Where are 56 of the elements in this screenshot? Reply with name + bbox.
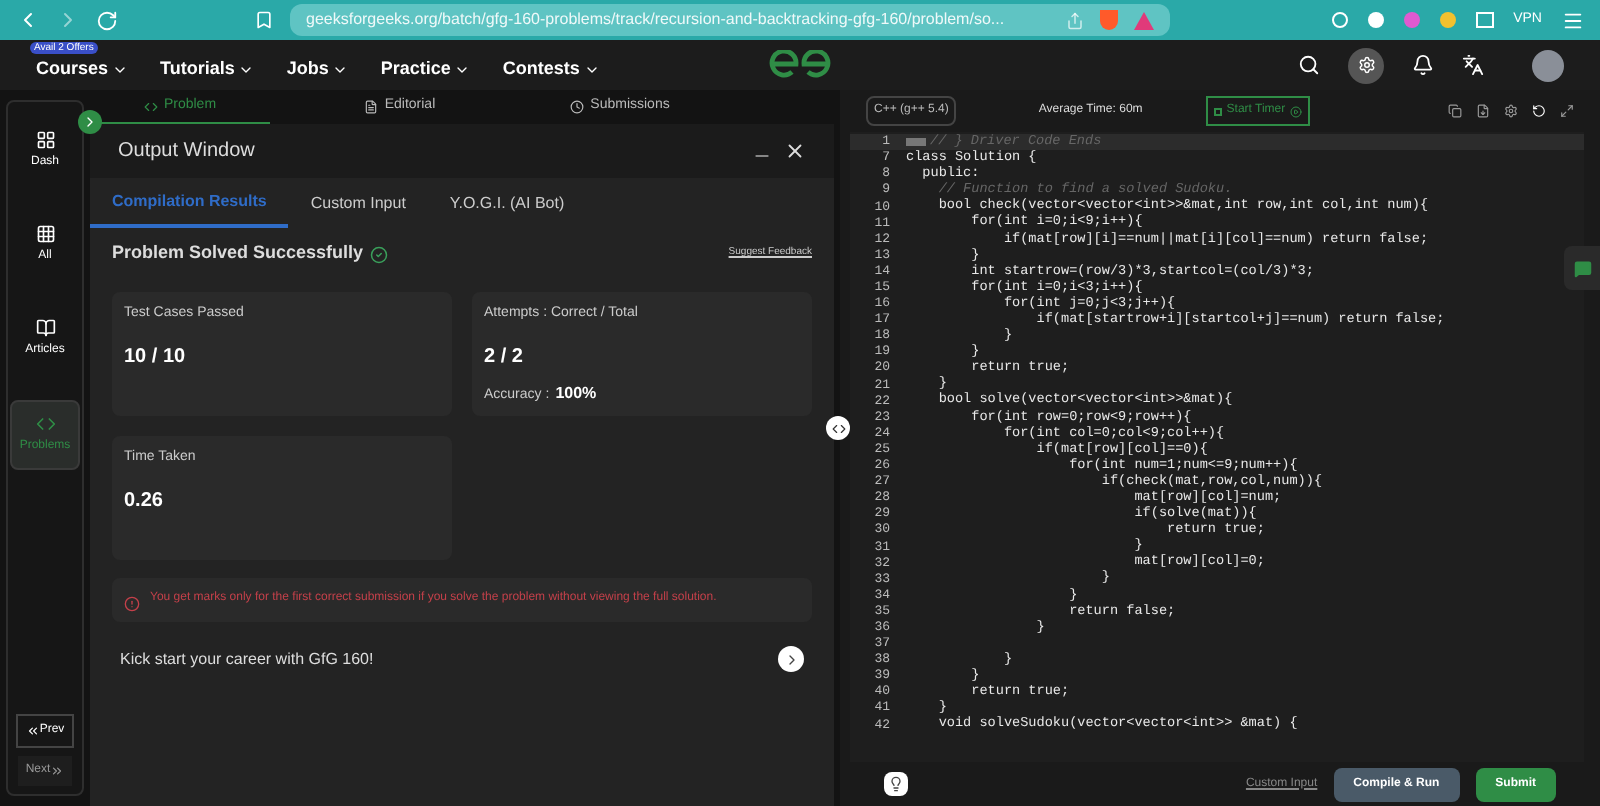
file-icon bbox=[1476, 104, 1490, 118]
promo-text: Kick start your career with GfG 160! bbox=[120, 647, 374, 671]
nav-menu[interactable]: Practice bbox=[380, 55, 471, 83]
avatar[interactable] bbox=[1532, 49, 1564, 81]
code-icon bbox=[143, 99, 158, 113]
chat-button[interactable] bbox=[1564, 246, 1600, 290]
menu-icon[interactable] bbox=[1562, 9, 1584, 31]
check-circle-icon bbox=[369, 245, 388, 263]
extension-icon[interactable] bbox=[1331, 12, 1348, 28]
reload-icon[interactable] bbox=[96, 9, 118, 31]
output-tab[interactable]: Custom Input bbox=[288, 178, 428, 228]
arrow-button[interactable] bbox=[778, 646, 804, 672]
nav-menu[interactable]: Contests bbox=[502, 55, 600, 83]
chat-icon bbox=[1573, 259, 1591, 277]
nav-menu[interactable]: Courses bbox=[36, 55, 129, 83]
card-value: 0.26 bbox=[124, 487, 165, 515]
double-chevron-left-icon bbox=[25, 724, 40, 738]
close-icon[interactable] bbox=[784, 140, 806, 162]
fullscreen-icon bbox=[1560, 104, 1574, 118]
reset-icon bbox=[1532, 104, 1546, 118]
share-icon bbox=[1066, 11, 1084, 29]
window-title: Output Window bbox=[118, 138, 255, 166]
settings-icon bbox=[1504, 104, 1518, 118]
chevron-right-icon bbox=[82, 114, 98, 130]
square-icon bbox=[1214, 107, 1223, 115]
bell-icon[interactable] bbox=[1412, 54, 1434, 76]
sidebar-toggle-icon[interactable] bbox=[1475, 12, 1494, 28]
bookmark-icon[interactable] bbox=[254, 10, 274, 30]
copy-icon bbox=[1448, 104, 1462, 118]
logo-icon bbox=[766, 50, 834, 78]
search-icon[interactable] bbox=[1298, 54, 1320, 76]
output-tab[interactable]: Y.O.G.I. (AI Bot) bbox=[427, 178, 587, 228]
double-chevron-right-icon bbox=[50, 764, 65, 778]
dots-grid-icon bbox=[35, 224, 55, 244]
fold-marker bbox=[906, 138, 926, 147]
accuracy-value: 100% bbox=[555, 381, 597, 405]
url-text: geeksforgeeks.org/batch/gfg-160-problems/track/recursion-and-backtracking-gfg-160/problem/so... bbox=[306, 8, 1007, 32]
clock-icon bbox=[570, 100, 585, 114]
play-icon bbox=[1289, 105, 1302, 117]
nav-menu[interactable]: Tutorials bbox=[160, 55, 255, 83]
book-icon bbox=[35, 318, 55, 338]
grid-icon bbox=[35, 130, 55, 150]
code-icon bbox=[35, 414, 55, 434]
translate-icon[interactable] bbox=[1462, 54, 1484, 76]
card-value: 10 / 10 bbox=[124, 343, 188, 371]
code-icon bbox=[831, 421, 845, 435]
extension-icon[interactable] bbox=[1367, 12, 1384, 28]
theme-toggle[interactable] bbox=[1348, 47, 1384, 83]
alert-icon bbox=[124, 596, 140, 612]
lightbulb-icon bbox=[888, 776, 904, 792]
shield-icon bbox=[1100, 10, 1118, 30]
status-text: Problem Solved Successfully bbox=[112, 240, 364, 267]
card-value: 2 / 2 bbox=[484, 343, 525, 371]
hint-button[interactable] bbox=[884, 772, 908, 796]
nav-menu[interactable]: Jobs bbox=[286, 55, 349, 83]
document-icon bbox=[364, 100, 379, 114]
